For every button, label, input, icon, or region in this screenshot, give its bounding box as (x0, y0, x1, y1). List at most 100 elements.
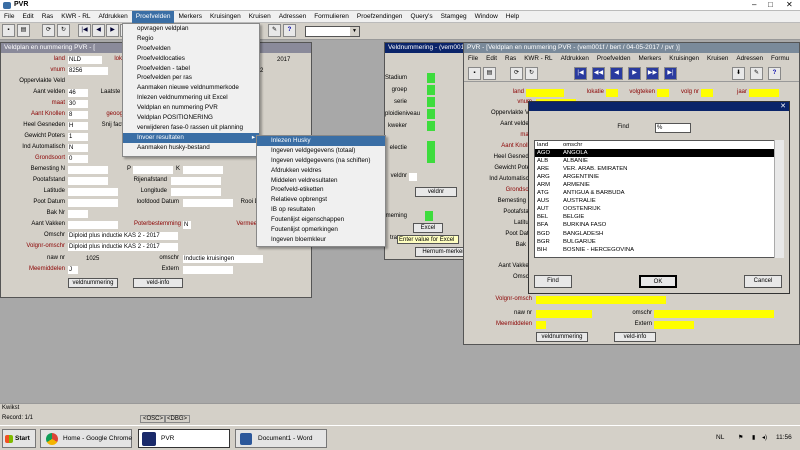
lov-list-item[interactable]: BGD BANGLADESH (535, 230, 783, 238)
proefvelden-menu-item[interactable]: Veldplan POSITIONERING (123, 113, 259, 123)
invoer-submenu-item[interactable]: Foutenlijst eigenschappen (257, 215, 385, 225)
pvr-omschr2-field[interactable] (654, 310, 774, 318)
menu-window[interactable]: Window (471, 11, 502, 23)
pvr-menu-ras[interactable]: Ras (501, 53, 520, 65)
invoer-submenu-item[interactable]: Afdrukken veldres (257, 166, 385, 176)
pvr-execute-icon[interactable]: ↻ (525, 67, 538, 80)
lov-list-item[interactable]: BGR BULGARIJE (535, 238, 783, 246)
pvr-menu-file[interactable]: File (464, 53, 482, 65)
lov-list-item[interactable]: ARM ARMENIE (535, 181, 783, 189)
proefvelden-menu-item[interactable]: Aanmaken husky-bestand (123, 143, 259, 153)
maat-field[interactable]: 30 (68, 100, 88, 108)
longitude-field[interactable] (171, 188, 221, 196)
tray-volume-icon[interactable]: ◂) (762, 434, 767, 441)
pvr-volgteken-field[interactable] (657, 89, 669, 97)
menu-kwr-rl[interactable]: KWR - RL (57, 11, 94, 23)
pvr-menu-formu[interactable]: Formu (767, 53, 793, 65)
aant-velden-field[interactable]: 46 (68, 89, 88, 97)
invoer-submenu-item[interactable]: Relatieve opbrengst (257, 195, 385, 205)
stadium-field[interactable] (427, 73, 435, 83)
pvr-extern-field[interactable] (654, 321, 694, 329)
pvr-menu-kruisingen[interactable]: Kruisingen (665, 53, 703, 65)
tray-network-icon[interactable]: ▮ (752, 434, 755, 441)
pvr-next-icon[interactable]: ▶ (628, 67, 641, 80)
pvr-naw-field[interactable] (536, 310, 592, 318)
lov-cancel-button[interactable]: Cancel (744, 275, 782, 288)
lov-list[interactable]: land omschr AGO ANGOLA ALB ALBANIE ARE VER. AR… (534, 140, 784, 258)
invoer-submenu-item[interactable]: Ingeven bloemkleur (257, 235, 385, 245)
menu-kruisen[interactable]: Kruisen (245, 11, 275, 23)
lov-list-item[interactable]: AUS AUSTRALIE (535, 197, 783, 205)
vnum-field[interactable]: 8256 (68, 67, 108, 75)
edit-icon[interactable]: ✎ (268, 24, 281, 37)
menu-adressen[interactable]: Adressen (275, 11, 310, 23)
invoer-submenu-item[interactable]: Inlezen Husky (257, 136, 385, 146)
veld-info-button[interactable]: veld-info (133, 278, 183, 288)
print-icon[interactable]: ▤ (17, 24, 30, 37)
proefvelden-menu-item[interactable]: Proefvelden - tabel (123, 64, 259, 74)
loofdood-field[interactable] (183, 199, 233, 207)
lov-list-item[interactable]: BFA BURKINA FASO (535, 221, 783, 229)
bemesting-k-field[interactable] (183, 166, 223, 174)
lov-list-item[interactable]: ARE VER. ARAB. EMIRATEN (535, 165, 783, 173)
prev-record-icon[interactable]: ◀ (92, 24, 105, 37)
first-record-icon[interactable]: |◀ (78, 24, 91, 37)
save-icon[interactable]: ▪ (2, 24, 15, 37)
proefvelden-menu-item[interactable]: Inlezen veldnummering uit Excel (123, 93, 259, 103)
lov-list-item[interactable]: AUT OOSTENRIJK (535, 205, 783, 213)
pvr-first-icon[interactable]: |◀ (574, 67, 587, 80)
aant-vakken-field[interactable] (68, 221, 118, 229)
pvr-meemiddelen-field[interactable] (536, 321, 546, 329)
menu-afdrukken[interactable]: Afdrukken (95, 11, 132, 23)
lov-list-item[interactable]: BEL BELGIE (535, 213, 783, 221)
menu-edit[interactable]: Edit (18, 11, 37, 23)
bak-field[interactable] (68, 210, 88, 218)
lov-list-item[interactable]: BIH BOSNIE - HERCEGOVINA (535, 246, 783, 254)
pvr-save-icon[interactable]: ▪ (468, 67, 481, 80)
jaar-field-2[interactable]: 2 (259, 67, 267, 75)
jaar-field[interactable]: 2017 (276, 56, 306, 64)
pvr-menu-kruisen[interactable]: Kruisen (703, 53, 732, 65)
menu-help[interactable]: Help (502, 11, 523, 23)
pvr-menu-adressen[interactable]: Adressen (732, 53, 767, 65)
pvr-veld-info-button[interactable]: veld-info (614, 332, 656, 342)
menu-file[interactable]: File (0, 11, 18, 23)
pvr-print-icon[interactable]: ▤ (483, 67, 496, 80)
pvr-menu-merkers[interactable]: Merkers (635, 53, 666, 65)
tray-flag-icon[interactable]: ⚑ (738, 434, 743, 441)
pvr-volgnr-field[interactable] (701, 89, 713, 97)
poterbestemming-field[interactable]: N (183, 221, 191, 229)
excel-button[interactable]: Excel (413, 223, 443, 233)
naw-omschr-field[interactable]: Inductie kruisingen (183, 255, 263, 263)
invoer-submenu-item[interactable]: Ingeven veldgegevens (totaal) (257, 146, 385, 156)
next-record-icon[interactable]: ▶ (106, 24, 119, 37)
naw-field[interactable]: 1025 (68, 255, 108, 263)
pootdatum-field[interactable] (68, 199, 118, 207)
meming-field[interactable] (425, 211, 433, 221)
invoer-submenu-item[interactable]: Foutenlijst opmerkingen (257, 225, 385, 235)
pvr-menu-afdrukken[interactable]: Afdrukken (557, 53, 593, 65)
start-button[interactable]: Start (2, 429, 36, 448)
grondsoort-field[interactable]: 0 (68, 155, 88, 163)
taskbar-pvr[interactable]: PVR (138, 429, 230, 448)
help-icon[interactable]: ? (283, 24, 296, 37)
pvr-menu-edit[interactable]: Edit (482, 53, 501, 65)
lov-ok-button[interactable]: OK (639, 275, 677, 288)
pvr-prev-icon[interactable]: ◀ (610, 67, 623, 80)
proefvelden-menu-item[interactable]: verwijderen fase-0 rassen uit planning (123, 123, 259, 133)
proefvelden-menu-item[interactable]: Proefvelden (123, 44, 259, 54)
pvr-land-field[interactable] (526, 89, 564, 97)
veldnr-button[interactable]: veldnr (415, 187, 457, 197)
volgnr-omschr-field[interactable]: Diploid plus inductie KAS 2 - 2017 (68, 243, 178, 251)
pvr-edit-icon[interactable]: ✎ (750, 67, 763, 80)
maximize-icon[interactable]: □ (768, 0, 773, 9)
lov-find-button[interactable]: Find (534, 275, 572, 288)
invoer-submenu-item[interactable]: IB op resultaten (257, 205, 385, 215)
pvr-last-icon[interactable]: ▶| (664, 67, 677, 80)
veldnr-field[interactable] (409, 173, 417, 181)
proefvelden-menu-item[interactable]: Proefvelden per ras (123, 73, 259, 83)
language-indicator[interactable]: NL (716, 434, 724, 441)
menu-proefzendingen[interactable]: Proefzendingen (353, 11, 407, 23)
taskbar-chrome[interactable]: Home - Google Chrome (40, 429, 132, 448)
menu-stamgeg[interactable]: Stamgeg (437, 11, 471, 23)
